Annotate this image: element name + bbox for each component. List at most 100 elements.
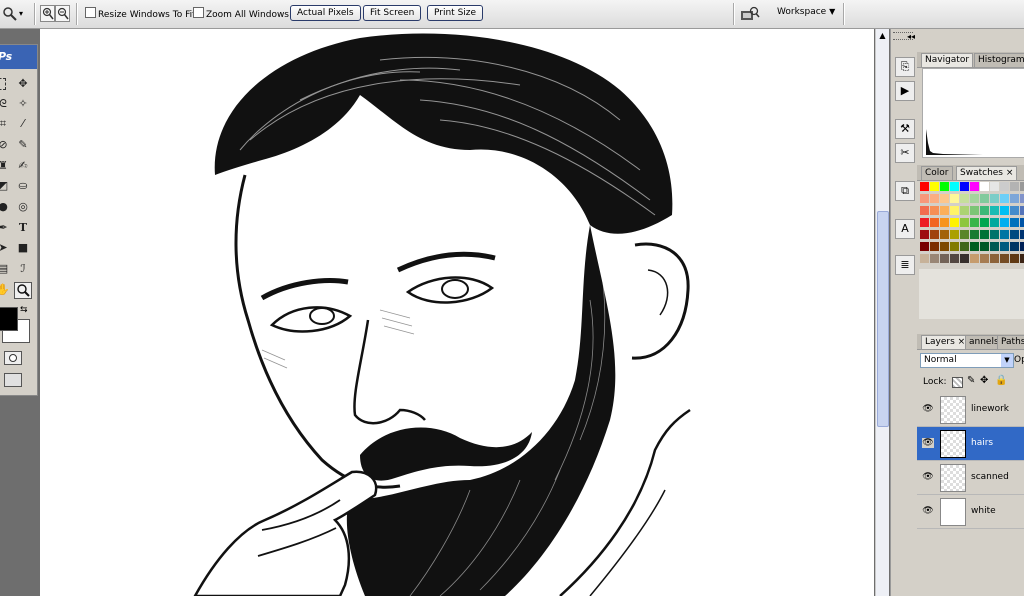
- marquee-icon[interactable]: [0, 78, 6, 90]
- color-swatch[interactable]: [930, 206, 939, 215]
- history-panel-icon[interactable]: ⎘: [895, 57, 915, 77]
- color-swatch[interactable]: [950, 182, 959, 191]
- color-swatch[interactable]: [1010, 254, 1019, 263]
- crop-icon[interactable]: ⌗: [0, 117, 10, 131]
- fit-screen-button[interactable]: Fit Screen: [363, 5, 422, 21]
- color-swatch[interactable]: [1010, 194, 1019, 203]
- color-swatch[interactable]: [990, 254, 999, 263]
- tab-paths[interactable]: Paths: [997, 335, 1024, 349]
- eye-icon[interactable]: 👁: [922, 506, 934, 516]
- zoom-in-icon[interactable]: [40, 5, 55, 22]
- color-swatch[interactable]: [1000, 206, 1009, 215]
- eraser-icon[interactable]: ◩: [0, 179, 10, 193]
- swatches-grid[interactable]: [919, 181, 1024, 267]
- panel-collapse-arrows-icon[interactable]: ◂◂: [907, 32, 915, 41]
- magic-wand-icon[interactable]: ✧: [16, 97, 30, 111]
- color-swatch[interactable]: [1010, 218, 1019, 227]
- layer-row-hairs[interactable]: 👁 hairs: [917, 427, 1024, 461]
- color-swatch[interactable]: [950, 230, 959, 239]
- zoom-tool-icon[interactable]: [2, 6, 18, 22]
- color-swatch[interactable]: [970, 206, 979, 215]
- color-swatch[interactable]: [970, 218, 979, 227]
- hand-icon[interactable]: ✋: [0, 283, 10, 297]
- color-swatch[interactable]: [1010, 230, 1019, 239]
- color-swatch[interactable]: [990, 242, 999, 251]
- color-swatch[interactable]: [1020, 230, 1024, 239]
- color-swatch[interactable]: [960, 194, 969, 203]
- clone-source-panel-icon[interactable]: ⧉: [895, 181, 915, 201]
- swap-colors-icon[interactable]: ⇆: [20, 305, 28, 315]
- color-swatch[interactable]: [1000, 218, 1009, 227]
- color-swatch[interactable]: [980, 218, 989, 227]
- history-brush-icon[interactable]: ✍: [16, 159, 30, 173]
- path-selection-icon[interactable]: ➤: [0, 241, 10, 255]
- color-swatch[interactable]: [980, 182, 989, 191]
- quick-mask-icon[interactable]: [4, 351, 22, 365]
- color-swatch[interactable]: [980, 194, 989, 203]
- color-swatch[interactable]: [920, 194, 929, 203]
- foreground-color-swatch[interactable]: [0, 307, 18, 331]
- color-swatch[interactable]: [920, 242, 929, 251]
- lasso-icon[interactable]: ᘓ: [0, 97, 10, 111]
- dodge-icon[interactable]: ◎: [16, 200, 30, 214]
- healing-brush-icon[interactable]: ⊘: [0, 138, 10, 152]
- zoom-icon[interactable]: [14, 282, 32, 299]
- color-swatch[interactable]: [930, 182, 939, 191]
- character-panel-icon[interactable]: A: [895, 219, 915, 239]
- color-swatch[interactable]: [940, 206, 949, 215]
- color-swatch[interactable]: [960, 230, 969, 239]
- zoom-all-windows-checkbox[interactable]: Zoom All Windows: [193, 7, 289, 20]
- color-swatch[interactable]: [960, 254, 969, 263]
- type-icon[interactable]: T: [16, 221, 30, 235]
- eyedropper-icon[interactable]: ℐ: [16, 262, 30, 276]
- tab-layers[interactable]: Layers ×: [921, 335, 970, 349]
- color-swatch[interactable]: [990, 230, 999, 239]
- layer-row-linework[interactable]: 👁 linework: [917, 393, 1024, 427]
- color-swatch[interactable]: [940, 242, 949, 251]
- slice-icon[interactable]: ⁄: [16, 117, 30, 131]
- brushes-panel-icon[interactable]: ✂: [895, 143, 915, 163]
- color-swatch[interactable]: [960, 242, 969, 251]
- color-swatch[interactable]: [950, 194, 959, 203]
- color-swatch[interactable]: [1000, 254, 1009, 263]
- color-swatch[interactable]: [1010, 206, 1019, 215]
- color-swatch[interactable]: [980, 230, 989, 239]
- color-swatch[interactable]: [960, 218, 969, 227]
- layer-row-white[interactable]: 👁 white: [917, 495, 1024, 529]
- scroll-up-arrow-icon[interactable]: ▲: [877, 30, 888, 41]
- eye-icon[interactable]: 👁: [922, 472, 934, 482]
- rectangle-shape-icon[interactable]: ■: [16, 241, 30, 255]
- color-swatch[interactable]: [960, 182, 969, 191]
- tab-color[interactable]: Color: [921, 166, 953, 180]
- blend-mode-select[interactable]: Normal ▼: [920, 353, 1014, 368]
- color-swatch[interactable]: [990, 206, 999, 215]
- print-size-button[interactable]: Print Size: [427, 5, 484, 21]
- color-swatch[interactable]: [1020, 194, 1024, 203]
- move-icon[interactable]: ✥: [16, 77, 30, 91]
- lock-position-icon[interactable]: ✥: [980, 375, 988, 386]
- notes-icon[interactable]: ▤: [0, 262, 10, 276]
- color-swatch[interactable]: [970, 242, 979, 251]
- document-canvas[interactable]: [40, 29, 874, 596]
- actual-pixels-button[interactable]: Actual Pixels: [290, 5, 361, 21]
- color-swatch[interactable]: [950, 206, 959, 215]
- color-swatch[interactable]: [940, 254, 949, 263]
- color-swatch[interactable]: [930, 254, 939, 263]
- blur-icon[interactable]: ●: [0, 200, 10, 214]
- color-swatch[interactable]: [930, 194, 939, 203]
- brush-icon[interactable]: ✎: [16, 138, 30, 152]
- scrollbar-thumb[interactable]: [877, 211, 889, 427]
- color-swatch[interactable]: [920, 182, 929, 191]
- tab-swatches[interactable]: Swatches ×: [956, 166, 1018, 180]
- layer-row-scanned[interactable]: 👁 scanned: [917, 461, 1024, 495]
- color-swatch[interactable]: [980, 254, 989, 263]
- color-swatch[interactable]: [990, 194, 999, 203]
- color-swatch[interactable]: [920, 254, 929, 263]
- color-swatch[interactable]: [990, 218, 999, 227]
- color-swatch[interactable]: [950, 254, 959, 263]
- eye-icon[interactable]: 👁: [922, 438, 934, 448]
- color-swatch[interactable]: [970, 254, 979, 263]
- color-swatch[interactable]: [940, 218, 949, 227]
- color-swatch[interactable]: [1020, 182, 1024, 191]
- actions-panel-icon[interactable]: ▶: [895, 81, 915, 101]
